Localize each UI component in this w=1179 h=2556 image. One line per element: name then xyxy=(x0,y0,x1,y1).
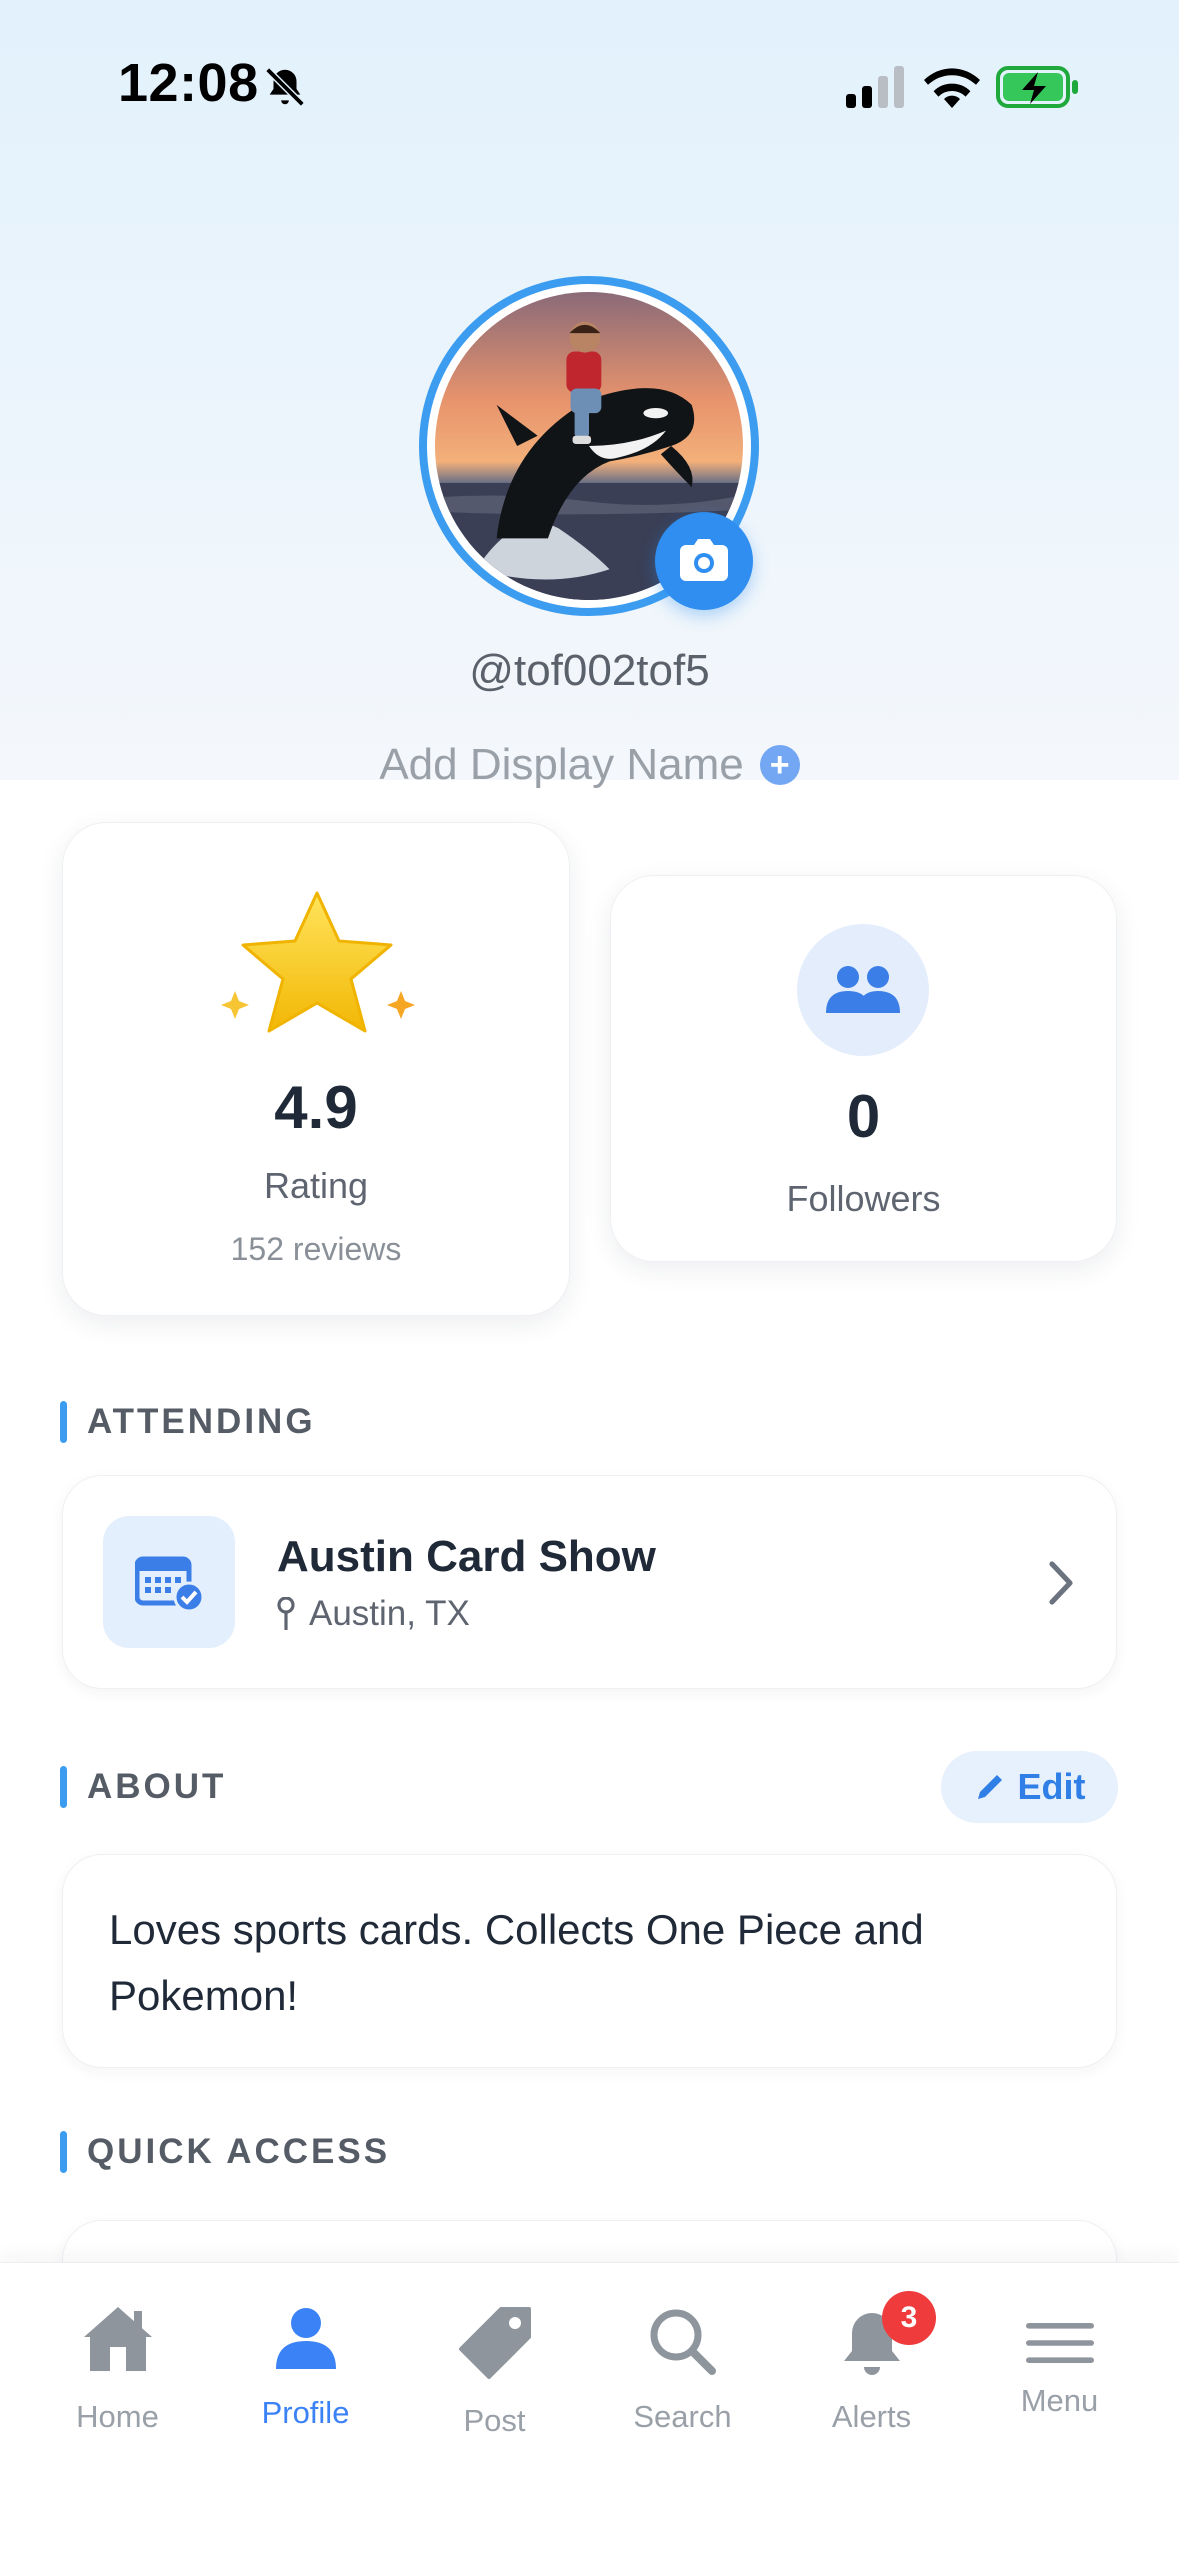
about-section-header: ABOUT xyxy=(60,1765,226,1809)
about-text: Loves sports cards. Collects One Piece a… xyxy=(109,1906,924,2019)
bell-slash-icon xyxy=(265,67,305,107)
tab-bar: Home Profile Post Search 3 Alerts Menu xyxy=(0,2262,1179,2556)
alerts-badge: 3 xyxy=(882,2291,936,2345)
tab-profile[interactable]: Profile xyxy=(211,2263,400,2463)
pencil-icon xyxy=(977,1775,1002,1799)
tab-home-label: Home xyxy=(76,2399,159,2434)
status-time: 12:08 xyxy=(118,53,259,113)
tab-search-label: Search xyxy=(633,2399,732,2434)
edit-label: Edit xyxy=(1017,1766,1086,1807)
tab-alerts[interactable]: 3 Alerts xyxy=(777,2263,966,2463)
tab-profile-label: Profile xyxy=(261,2395,350,2430)
tab-menu-label: Menu xyxy=(1020,2383,1099,2418)
add-display-name-label: Add Display Name xyxy=(379,740,744,789)
people-icon xyxy=(826,966,900,1013)
tab-menu[interactable]: Menu xyxy=(965,2263,1154,2463)
attending-section-header: ATTENDING xyxy=(60,1400,316,1444)
username: @tof002tof5 xyxy=(469,646,710,695)
change-photo-button[interactable] xyxy=(655,512,753,610)
battery-charging-icon xyxy=(996,66,1078,108)
event-location: Austin, TX xyxy=(277,1594,470,1634)
followers-card[interactable]: 0 Followers xyxy=(610,875,1117,1262)
cellular-signal-icon xyxy=(846,66,904,108)
about-title: ABOUT xyxy=(87,1767,227,1806)
event-icon-box xyxy=(103,1516,235,1648)
tab-search[interactable]: Search xyxy=(588,2263,777,2463)
about-card: Loves sports cards. Collects One Piece a… xyxy=(62,1854,1117,2068)
star-icon xyxy=(221,891,415,1033)
add-display-name-button[interactable]: Add Display Name + xyxy=(0,737,1179,793)
edit-about-button[interactable]: Edit xyxy=(941,1751,1118,1823)
followers-value: 0 xyxy=(846,1083,881,1150)
quick-access-section-header: QUICK ACCESS xyxy=(60,2130,390,2174)
rating-value: 4.9 xyxy=(274,1074,358,1141)
person-icon xyxy=(275,2308,336,2369)
menu-icon xyxy=(1025,2323,1094,2363)
calendar-check-icon xyxy=(135,1556,203,1611)
people-icon-badge xyxy=(797,924,929,1056)
wifi-icon xyxy=(924,68,980,108)
event-location-text: Austin, TX xyxy=(309,1594,470,1633)
section-accent-bar xyxy=(60,2131,67,2173)
status-bar: 12:08 xyxy=(0,0,1179,160)
tab-post[interactable]: Post xyxy=(400,2263,589,2463)
map-pin-icon xyxy=(277,1597,295,1630)
search-icon xyxy=(650,2309,716,2375)
home-icon xyxy=(83,2307,152,2371)
rating-card[interactable]: 4.9 Rating 152 reviews xyxy=(62,822,570,1316)
section-accent-bar xyxy=(60,1401,67,1443)
review-count: 152 reviews xyxy=(230,1231,402,1267)
tab-post-label: Post xyxy=(463,2403,526,2438)
section-accent-bar xyxy=(60,1766,67,1808)
tab-home[interactable]: Home xyxy=(23,2263,212,2463)
followers-label: Followers xyxy=(786,1178,941,1219)
quick-access-title: QUICK ACCESS xyxy=(87,2132,391,2171)
camera-icon xyxy=(680,539,728,581)
tag-icon xyxy=(458,2307,531,2379)
event-card[interactable]: Austin Card Show Austin, TX xyxy=(62,1475,1117,1689)
event-title: Austin Card Show xyxy=(277,1532,656,1581)
chevron-right-icon xyxy=(1049,1561,1073,1605)
rating-label: Rating xyxy=(263,1165,369,1206)
tab-alerts-label: Alerts xyxy=(831,2399,912,2434)
attending-title: ATTENDING xyxy=(87,1402,316,1441)
plus-circle-icon: + xyxy=(759,745,800,785)
